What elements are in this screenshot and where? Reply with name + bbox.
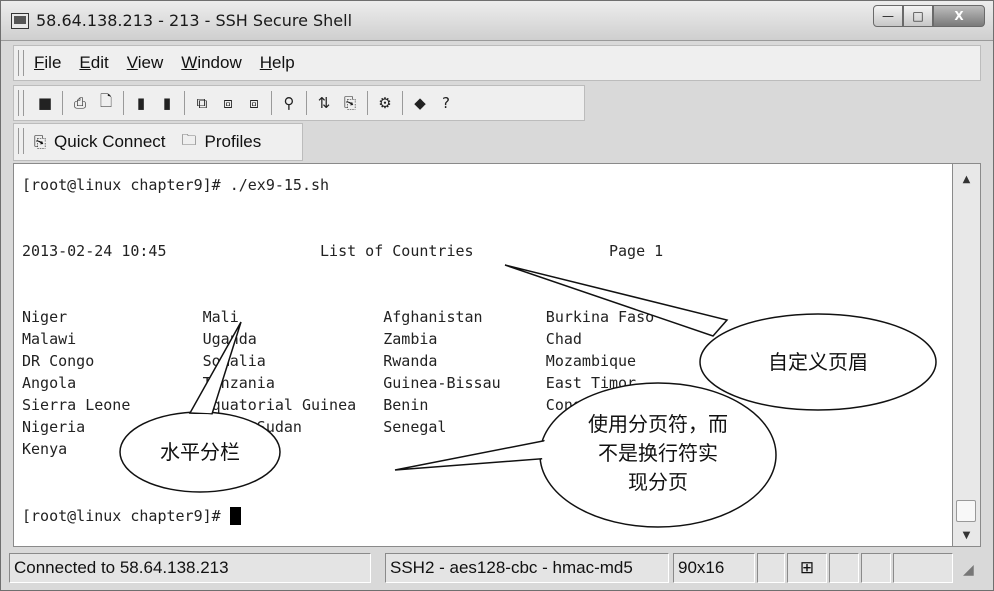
- annotation-layer: [119, 264, 937, 528]
- columns-callout-text: 水平分栏: [160, 440, 240, 464]
- header-callout-pointer: [504, 264, 729, 337]
- pagebreak-callout-pointer: [394, 439, 553, 471]
- header-callout-text: 自定义页眉: [768, 350, 868, 374]
- pagebreak-text-line: 现分页: [628, 470, 688, 494]
- columns-callout-pointer: [188, 321, 242, 415]
- pagebreak-text-line: 使用分页符，而: [588, 412, 728, 436]
- pagebreak-text-line: 不是换行符实: [598, 441, 718, 465]
- pagebreak-callout-text: 使用分页符，而 不是换行符实 现分页: [572, 410, 744, 497]
